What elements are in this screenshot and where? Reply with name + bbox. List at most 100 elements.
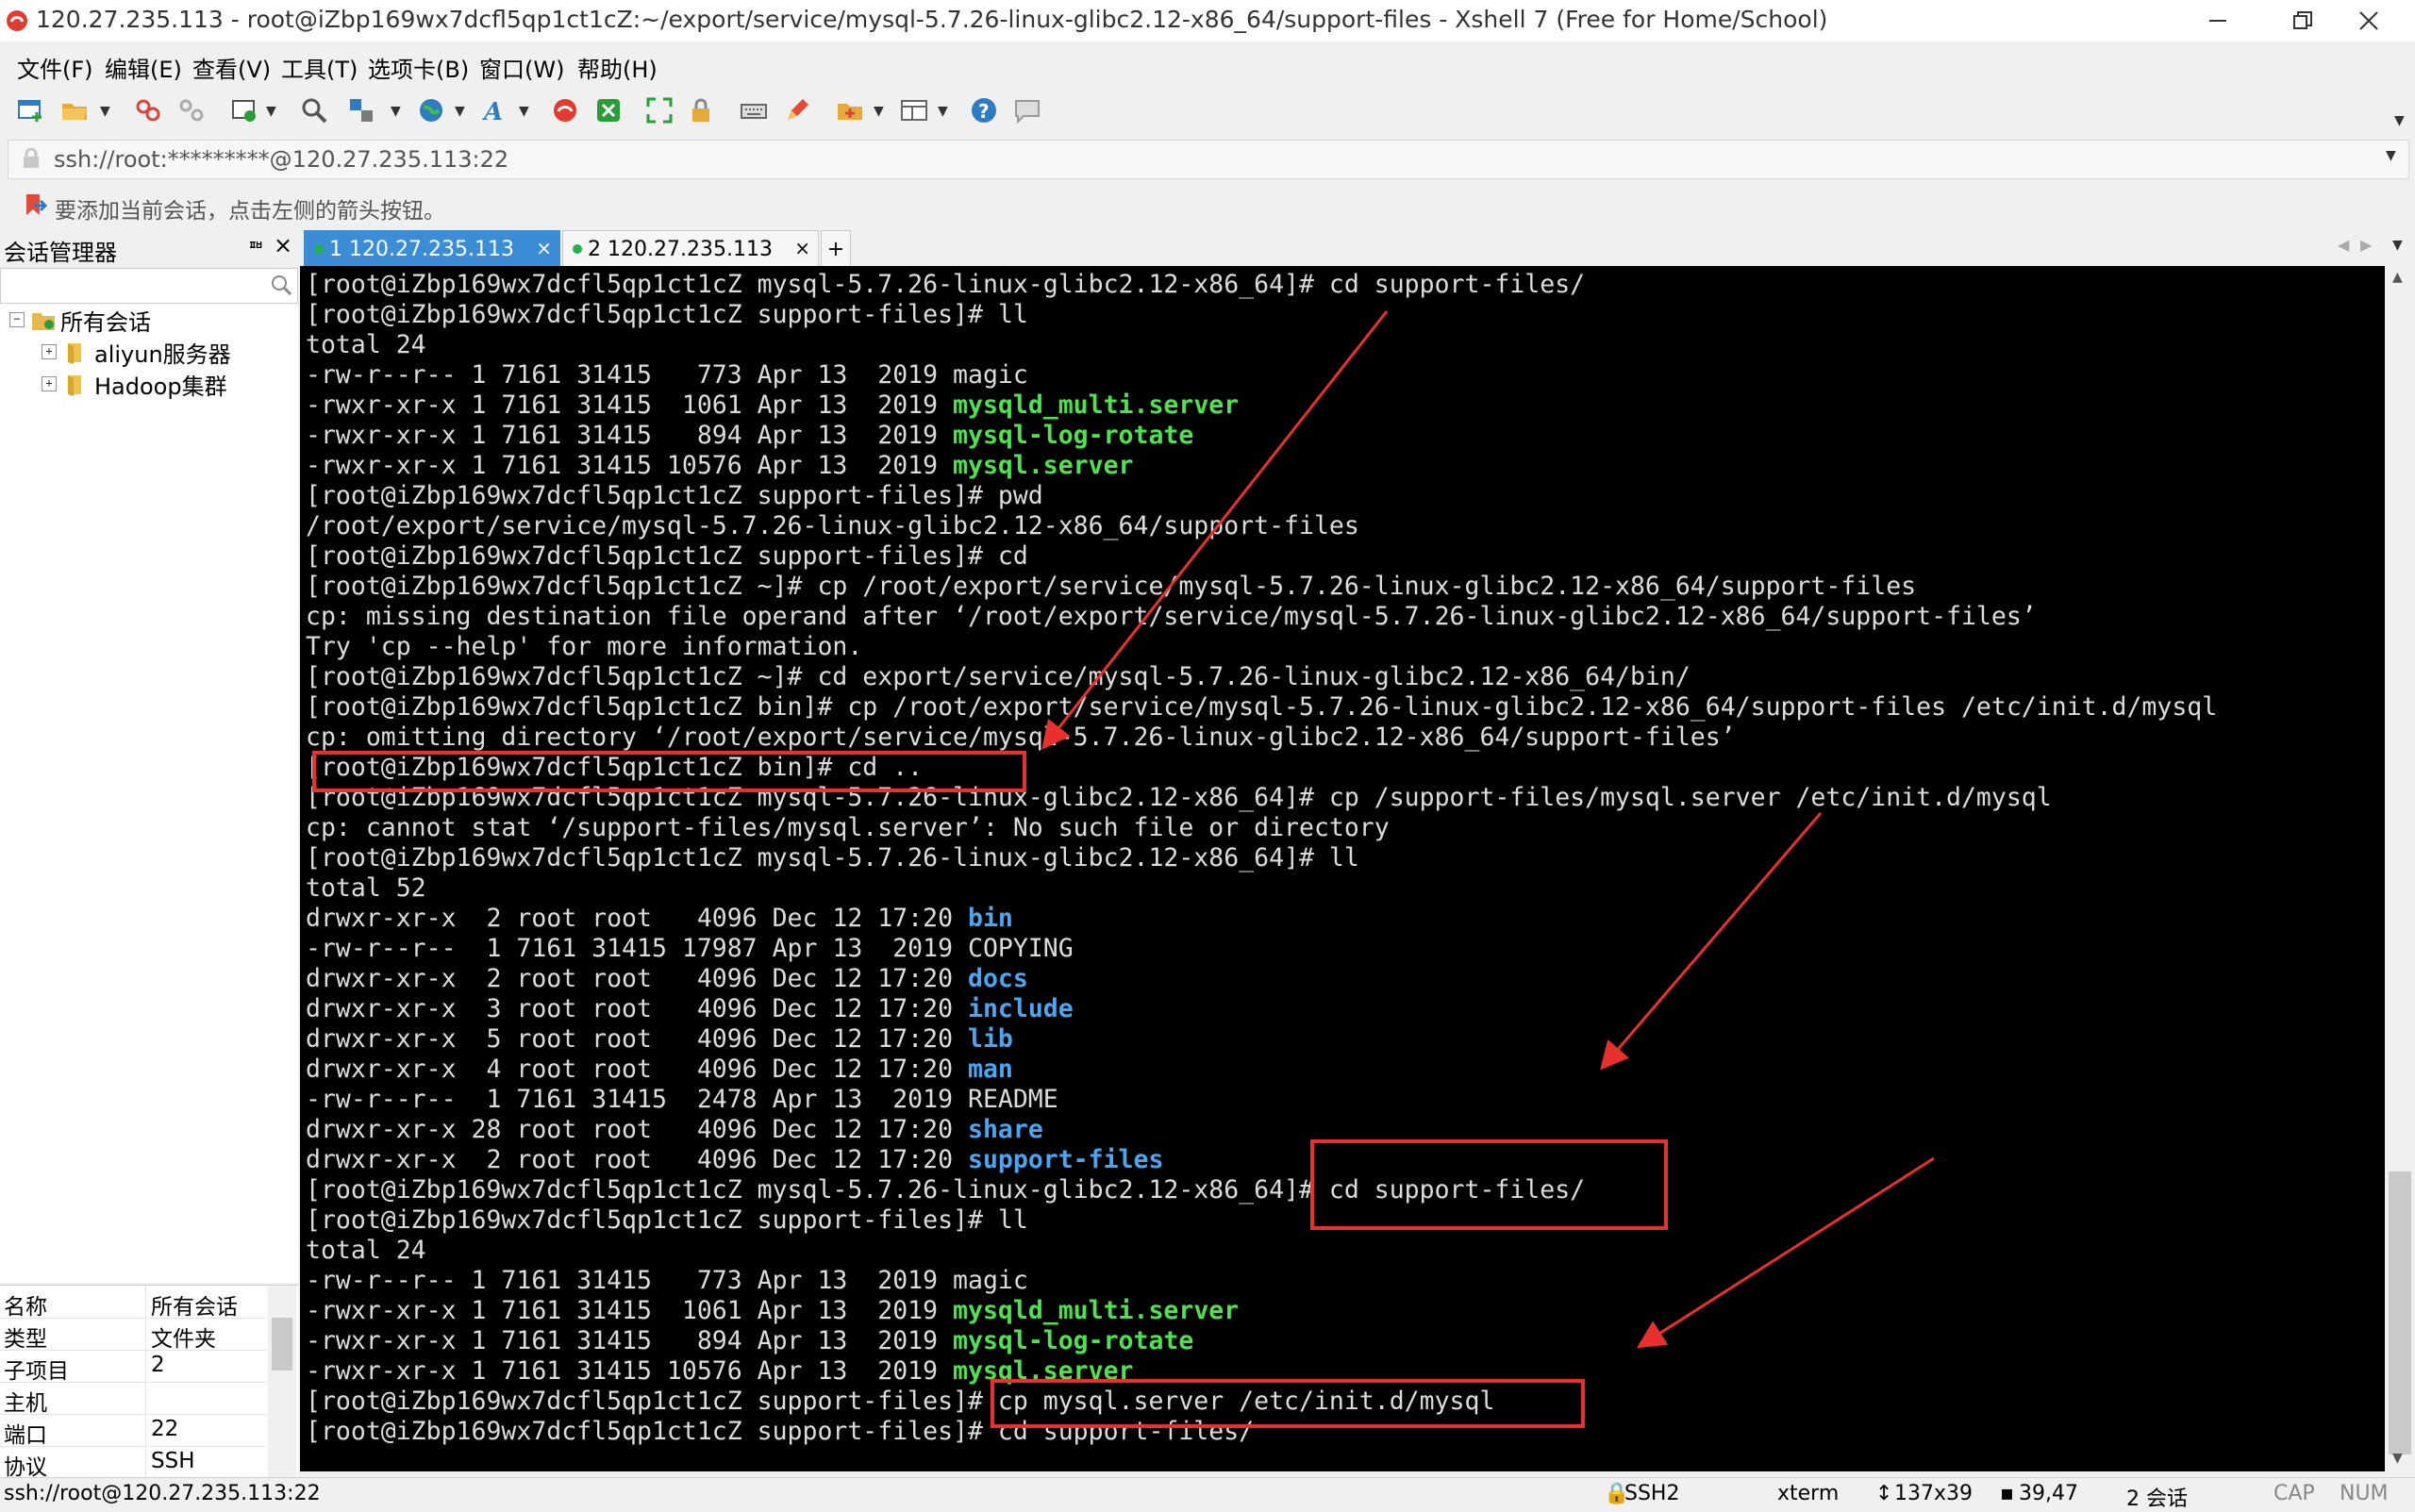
hint-text: 要添加当前会话，点击左侧的箭头按钮。 [55,199,445,224]
resize-icon: ↕ [1875,1482,1893,1505]
chevron-down-icon[interactable]: ▼ [2386,148,2396,163]
properties-button[interactable] [228,94,260,126]
xmanager-button[interactable] [592,94,625,126]
menu-window[interactable]: 窗口(W) [479,51,564,84]
status-num: NUM [2340,1482,2389,1505]
terminal-line: /root/export/service/mysql-5.7.26-linux-… [306,511,2217,541]
tab-session-1[interactable]: 1 120.27.235.113 × [304,230,560,267]
tree-item-hadoop[interactable]: + Hadoop集群 [42,368,227,400]
chevron-down-icon[interactable]: ▼ [519,104,529,119]
scroll-thumb[interactable] [272,1318,292,1371]
connect-button[interactable] [132,94,164,126]
new-tab-button[interactable]: + [821,230,851,267]
new-session-icon [18,100,42,122]
session-search-input[interactable] [0,268,298,304]
tab-list-icon[interactable]: ▼ [2392,238,2403,253]
status-connection: ssh://root@120.27.235.113:22 [4,1482,321,1505]
terminal-line: -rwxr-xr-x 1 7161 31415 894 Apr 13 2019 … [306,421,2217,451]
terminal-text: [root@iZbp169wx7dcfl5qp1ct1cZ mysql-5.7.… [306,1175,1586,1205]
xftp-button[interactable] [549,94,581,126]
terminal-line: -rw-r--r-- 1 7161 31415 2478 Apr 13 2019… [306,1085,2217,1115]
menu-edit[interactable]: 编辑(E) [105,51,182,84]
address-bar[interactable]: ssh://root:*********@120.27.235.113:22 ▼ [8,140,2409,179]
terminal-text: total 24 [306,330,426,359]
menu-tools[interactable]: 工具(T) [281,51,358,84]
terminal-line: total 52 [306,873,2217,904]
minimize-icon [2209,20,2226,22]
restore-icon [2293,11,2312,29]
tree-item-aliyun[interactable]: + aliyun服务器 [42,336,231,368]
new-session-button[interactable] [15,94,47,126]
terminal-text: -rw-r--r-- 1 7161 31415 2478 Apr 13 2019… [306,1085,1058,1114]
chevron-down-icon[interactable]: ▼ [874,104,884,119]
tree-item-all-sessions[interactable]: − 所有会话 [9,304,151,336]
scroll-down-icon[interactable]: ▼ [2392,1451,2403,1466]
collapse-icon[interactable]: − [9,312,25,327]
bookmark-arrow-icon[interactable] [23,192,48,224]
status-protocol: SSH2 [1624,1482,1680,1505]
terminal-line: [root@iZbp169wx7dcfl5qp1ct1cZ bin]# cd .… [306,753,2217,783]
folder-icon [62,104,87,120]
chevron-down-icon[interactable]: ▼ [938,104,948,119]
folder-icon [32,313,55,330]
menu-file[interactable]: 文件(F) [17,51,93,84]
layout-button[interactable] [898,94,930,126]
status-session-count: 2 会话 [2126,1487,2188,1511]
close-window-button[interactable] [2326,0,2411,42]
highlight-button[interactable] [781,94,813,126]
lock-button[interactable] [685,94,717,126]
scroll-up-icon[interactable]: ▲ [2392,270,2403,285]
scroll-thumb[interactable] [2389,1171,2411,1454]
add-tab-button[interactable] [834,94,866,126]
terminal-line: [root@iZbp169wx7dcfl5qp1ct1cZ support-fi… [306,300,2217,330]
help-button[interactable]: ? [968,94,1000,126]
session-manager-header: 会话管理器 ᅖ × [0,232,298,266]
terminal-line: drwxr-xr-x 2 root root 4096 Dec 12 17:20… [306,964,2217,994]
tab-session-2[interactable]: 2 120.27.235.113 × [562,230,819,267]
tab-scroll-right-icon[interactable]: ▶ [2360,236,2372,254]
tab-scroll-left-icon[interactable]: ◀ [2338,236,2349,254]
expand-icon[interactable]: + [42,376,57,391]
terminal-line: [root@iZbp169wx7dcfl5qp1ct1cZ mysql-5.7.… [306,270,2217,300]
menu-view[interactable]: 查看(V) [192,51,271,84]
chevron-down-icon[interactable]: ▼ [100,104,110,119]
transfer-button[interactable] [345,94,377,126]
terminal-line: drwxr-xr-x 28 root root 4096 Dec 12 17:2… [306,1115,2217,1145]
property-row: 名称 所有会话 [0,1286,266,1320]
terminal-output[interactable]: [root@iZbp169wx7dcfl5qp1ct1cZ mysql-5.7.… [300,266,2385,1471]
terminal-text: [root@iZbp169wx7dcfl5qp1ct1cZ support-fi… [306,1387,1495,1416]
font-button[interactable]: A [479,94,511,126]
menu-tabs[interactable]: 选项卡(B) [368,51,469,84]
terminal-scrollbar[interactable]: ▲ ▼ [2385,266,2415,1471]
transfer-icon [350,99,373,122]
fullscreen-button[interactable] [643,94,675,126]
chevron-down-icon[interactable]: ▼ [455,104,465,119]
terminal-line: -rwxr-xr-x 1 7161 31415 1061 Apr 13 2019… [306,390,2217,421]
open-folder-button[interactable] [58,94,91,126]
svg-text:?: ? [978,100,990,123]
keyboard-button[interactable] [738,94,770,126]
web-button[interactable] [415,94,447,126]
properties-scrollbar[interactable] [268,1286,296,1480]
terminal-line: [root@iZbp169wx7dcfl5qp1ct1cZ bin]# cp /… [306,692,2217,723]
search-icon[interactable] [269,273,293,301]
menu-help[interactable]: 帮助(H) [577,51,658,84]
chevron-down-icon[interactable]: ▼ [266,104,276,119]
chevron-down-icon[interactable]: ▼ [391,104,401,119]
toolbar-overflow-icon[interactable]: ▼ [2394,113,2405,128]
minimize-button[interactable] [2175,0,2260,42]
terminal-text: [root@iZbp169wx7dcfl5qp1ct1cZ support-fi… [306,1205,1028,1235]
disconnect-button[interactable] [175,94,208,126]
pin-icon[interactable]: ᅖ [247,234,264,261]
terminal-line: [root@iZbp169wx7dcfl5qp1ct1cZ ~]# cd exp… [306,662,2217,692]
close-panel-icon[interactable]: × [274,232,292,258]
close-tab-icon[interactable]: × [536,237,552,259]
terminal-text: total 24 [306,1236,426,1265]
terminal-text: [root@iZbp169wx7dcfl5qp1ct1cZ mysql-5.7.… [306,270,1586,299]
close-icon [2359,11,2378,30]
chat-button[interactable] [1011,94,1043,126]
find-button[interactable] [298,94,330,126]
close-tab-icon[interactable]: × [794,237,810,259]
expand-icon[interactable]: + [42,344,57,359]
terminal-text: [root@iZbp169wx7dcfl5qp1ct1cZ bin]# cd .… [306,753,924,782]
